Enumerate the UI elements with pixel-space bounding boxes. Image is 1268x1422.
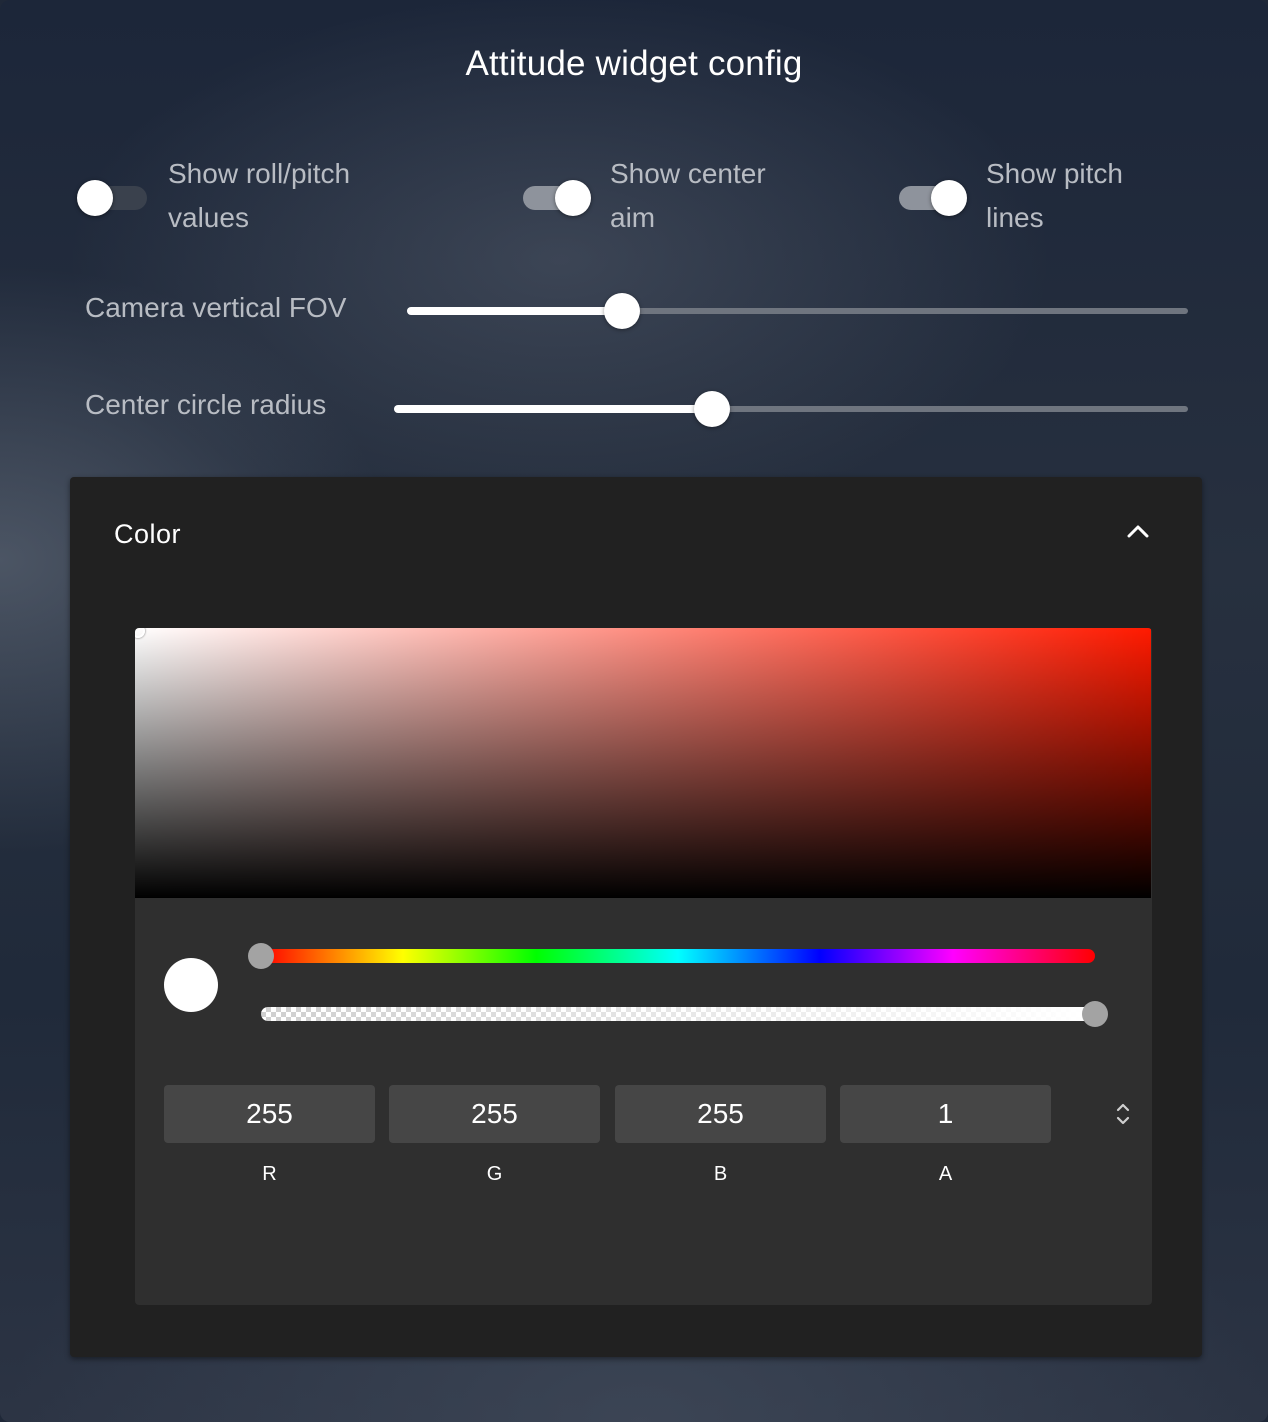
hue-slider[interactable] (248, 943, 1095, 969)
switch-thumb (77, 180, 113, 216)
slider-fill (394, 405, 712, 413)
pitch-lines-label: Show pitch lines (986, 158, 1123, 233)
color-preview-dot (164, 958, 218, 1012)
alpha-slider-track (261, 1007, 1095, 1021)
saturation-value-canvas[interactable] (135, 628, 1151, 898)
attitude-widget-config-window: Attitude widget config Show roll/pitch v… (0, 0, 1268, 1422)
green-label: G (486, 1163, 503, 1185)
alpha-field: A (840, 1085, 1051, 1185)
hue-slider-thumb[interactable] (248, 943, 274, 969)
toggle-center-aim: Show center aim (519, 152, 800, 240)
center-aim-switch[interactable] (519, 174, 591, 218)
roll-pitch-values-switch[interactable] (77, 174, 149, 218)
blue-label: B (713, 1163, 728, 1185)
toggle-roll-pitch-values: Show roll/pitch values (77, 152, 398, 240)
color-panel-title: Color (114, 519, 182, 549)
slider-thumb[interactable] (693, 391, 730, 427)
page-title: Attitude widget config (465, 44, 803, 83)
color-expansion-panel: Color R (70, 477, 1202, 1357)
switch-thumb (555, 180, 591, 216)
green-field: G (389, 1085, 600, 1185)
red-field: R (164, 1085, 375, 1185)
slider-fill (407, 307, 622, 315)
canvas-selector-dot[interactable] (135, 628, 145, 638)
green-input[interactable] (389, 1085, 600, 1143)
roll-pitch-values-label: Show roll/pitch values (168, 158, 351, 233)
camera-fov-slider[interactable] (407, 291, 1188, 331)
blue-input[interactable] (615, 1085, 826, 1143)
unfold-more-icon[interactable] (1111, 1099, 1135, 1129)
center-circle-radius-slider[interactable] (394, 389, 1188, 429)
center-circle-radius-row: Center circle radius (85, 389, 326, 421)
alpha-slider-thumb[interactable] (1082, 1001, 1108, 1027)
toggle-pitch-lines: Show pitch lines (895, 152, 1156, 240)
camera-fov-row: Camera vertical FOV (85, 292, 346, 324)
alpha-label: A (938, 1163, 953, 1185)
hue-slider-track (261, 949, 1095, 963)
slider-thumb[interactable] (603, 293, 640, 329)
switch-thumb (931, 180, 967, 216)
alpha-slider[interactable] (261, 1001, 1108, 1027)
alpha-input[interactable] (840, 1085, 1051, 1143)
chevron-up-icon[interactable] (1126, 523, 1150, 539)
blue-field: B (615, 1085, 826, 1185)
red-label: R (262, 1163, 277, 1185)
camera-fov-label: Camera vertical FOV (85, 292, 347, 323)
red-input[interactable] (164, 1085, 375, 1143)
color-panel-header[interactable]: Color (70, 477, 1202, 593)
center-aim-label: Show center aim (610, 158, 766, 233)
pitch-lines-switch[interactable] (895, 174, 967, 218)
color-picker: R G B A (135, 628, 1152, 1305)
center-circle-radius-label: Center circle radius (85, 389, 327, 420)
